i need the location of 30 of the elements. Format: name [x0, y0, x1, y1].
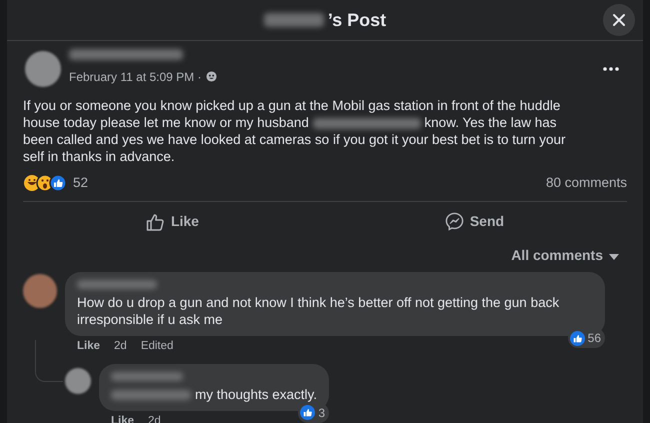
like-reaction-icon [300, 405, 316, 420]
like-reaction-icon [570, 330, 585, 346]
post-title: ’s Post [328, 8, 386, 32]
redacted-name [111, 372, 183, 380]
like-link[interactable]: Like [77, 338, 100, 356]
redacted-name [264, 13, 324, 27]
send-button[interactable]: Send [438, 210, 510, 234]
like-button[interactable]: Like [140, 210, 205, 234]
edited-label: Edited [140, 339, 174, 354]
commenter-avatar[interactable] [23, 274, 57, 308]
comment-count[interactable]: 80 comments [546, 173, 627, 194]
reaction-count[interactable]: 52 [73, 173, 88, 194]
comment-text: How do u drop a gun and not know I think he’s better off not getting the gun back irresponsible if u ask me [77, 294, 560, 328]
caret-icon [609, 254, 619, 260]
audience-icon[interactable] [206, 71, 217, 82]
commenter-avatar[interactable] [65, 368, 91, 394]
post-date: February 11 at 5:09 PM · [69, 69, 202, 86]
reaction-badge[interactable]: 3 [298, 402, 330, 422]
more-options-icon[interactable] [603, 66, 619, 71]
messenger-icon [444, 212, 464, 232]
post-text: If you or someone you know picked up a gun at the Mobil gas station in front of the huddle house today please let me know or my husband know. Yes the law has been called and yes we have looked at cameras so if you got it your best bet is to turn your self in thanks in advance. [23, 97, 567, 165]
comment-text: my thoughts exactly. [111, 386, 318, 402]
sort-dropdown[interactable]: All comments [511, 245, 627, 266]
close-button[interactable] [603, 4, 635, 36]
avatar [25, 51, 61, 87]
reply-connector [35, 340, 63, 382]
reaction-badge[interactable]: 56 [568, 328, 605, 348]
comment-time: 2d [114, 339, 127, 354]
thumbs-up-icon [146, 212, 165, 231]
close-icon [612, 13, 626, 27]
